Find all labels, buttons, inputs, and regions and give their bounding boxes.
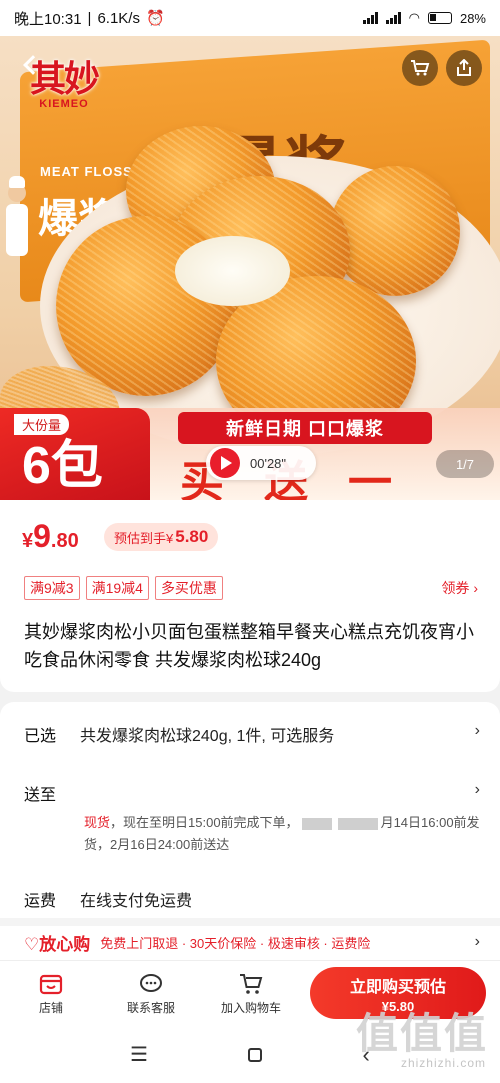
selected-label: 已选 (24, 728, 57, 745)
chevron-right-icon: › (474, 933, 480, 950)
product-title: 其妙爆浆肉松小贝面包蛋糕整箱早餐夹心糕点充饥夜宵小吃食品休闲零食 共发爆浆肉松球… (24, 622, 474, 670)
redacted-block (301, 817, 332, 830)
service-label: 联系客服 (126, 1001, 175, 1015)
chef-figure (4, 176, 30, 266)
price: ¥9.80 (22, 518, 79, 554)
home-icon[interactable] (248, 1047, 263, 1062)
menu-icon[interactable]: ☰ (130, 1042, 148, 1067)
store-icon (39, 974, 63, 995)
assurance-brand: ♡放心购 (24, 934, 91, 954)
wifi-icon: ◠ (408, 10, 420, 25)
fee-label: 运费 (24, 893, 57, 910)
delivery-info: 现货，现在至明日15:00前完成下单， 月14日16:00前发货，2月16日24:… (84, 815, 480, 852)
customer-service-button[interactable]: 联系客服 (106, 969, 196, 1016)
selected-value: 共发爆浆肉松球240g, 1件, 可选服务 (80, 728, 335, 745)
watermark: 值值值 (355, 1010, 488, 1057)
selected-spec-row[interactable]: 已选 共发爆浆肉松球240g, 1件, 可选服务 › (24, 722, 480, 746)
cart-icon (411, 60, 430, 76)
fee-value: 在线支付免运费 (80, 893, 193, 910)
coupon-tag[interactable]: 满9减3 (24, 576, 80, 600)
chevron-right-icon: › (474, 722, 480, 739)
coupon-tag[interactable]: 满19减4 (85, 576, 149, 600)
cream-filling (175, 236, 290, 306)
play-icon (210, 448, 240, 478)
buy-now-label: 立即购买预估 (349, 979, 446, 996)
chat-icon (140, 974, 162, 992)
battery-icon (427, 12, 452, 24)
alarm-icon: ⏰ (145, 10, 165, 27)
status-bar: 晚上10:31 | 6.1K/s ⏰ ◠ 28% (0, 0, 500, 36)
watermark-url: zhizhizhi.com (400, 1056, 486, 1070)
store-button[interactable]: 店铺 (6, 969, 96, 1016)
video-play-button[interactable]: 00'28" (206, 446, 316, 480)
floss-ball (330, 166, 460, 296)
promo-slogan: 新鲜日期 口口爆浆 (178, 412, 432, 444)
video-duration: 00'28" (250, 455, 287, 471)
shipping-fee-row: 运费 在线支付免运费 (24, 887, 480, 911)
signal-icon (362, 12, 378, 24)
status-time: 晚上10:31 (14, 10, 82, 28)
estimated-price-badge[interactable]: 预估到手¥ 5.80 (104, 523, 219, 551)
image-counter: 1/7 (436, 450, 494, 478)
cart-button[interactable] (402, 50, 438, 86)
coupon-list: 满9减3 满19减4 多买优惠 (24, 576, 223, 600)
delivery-label: 送至 (24, 787, 57, 804)
redacted-block (337, 817, 378, 830)
store-label: 店铺 (38, 1001, 63, 1015)
assurance-items: 免费上门取退 · 30天价保险 · 极速审核 · 运费险 (100, 935, 371, 951)
chevron-right-icon: › (474, 781, 480, 798)
cart-icon (240, 974, 263, 994)
add-to-cart-button[interactable]: 加入购物车 (206, 969, 296, 1016)
share-button[interactable] (446, 50, 482, 86)
pack-count: 6包 (22, 437, 103, 495)
delivery-row[interactable]: 送至 › (24, 781, 480, 805)
price-card: ¥9.80 预估到手¥ 5.80 满9减3 满19减4 多买优惠 领券 › 其妙爆… (0, 500, 500, 692)
size-label: 大份量 (14, 414, 70, 435)
get-coupon-link[interactable]: 领券 › (441, 578, 478, 598)
cart-label: 加入购物车 (220, 1001, 281, 1015)
network-speed: 6.1K/s (97, 9, 140, 27)
quantity-tag: 大份量 6包 (0, 408, 150, 500)
share-icon (457, 59, 471, 76)
signal-icon-2 (385, 12, 401, 24)
coupon-tag[interactable]: 多买优惠 (154, 576, 223, 600)
battery-percent: 28% (459, 10, 486, 26)
assurance-bar[interactable]: ♡放心购 免费上门取退 · 30天价保险 · 极速审核 · 运费险 › (0, 926, 500, 958)
